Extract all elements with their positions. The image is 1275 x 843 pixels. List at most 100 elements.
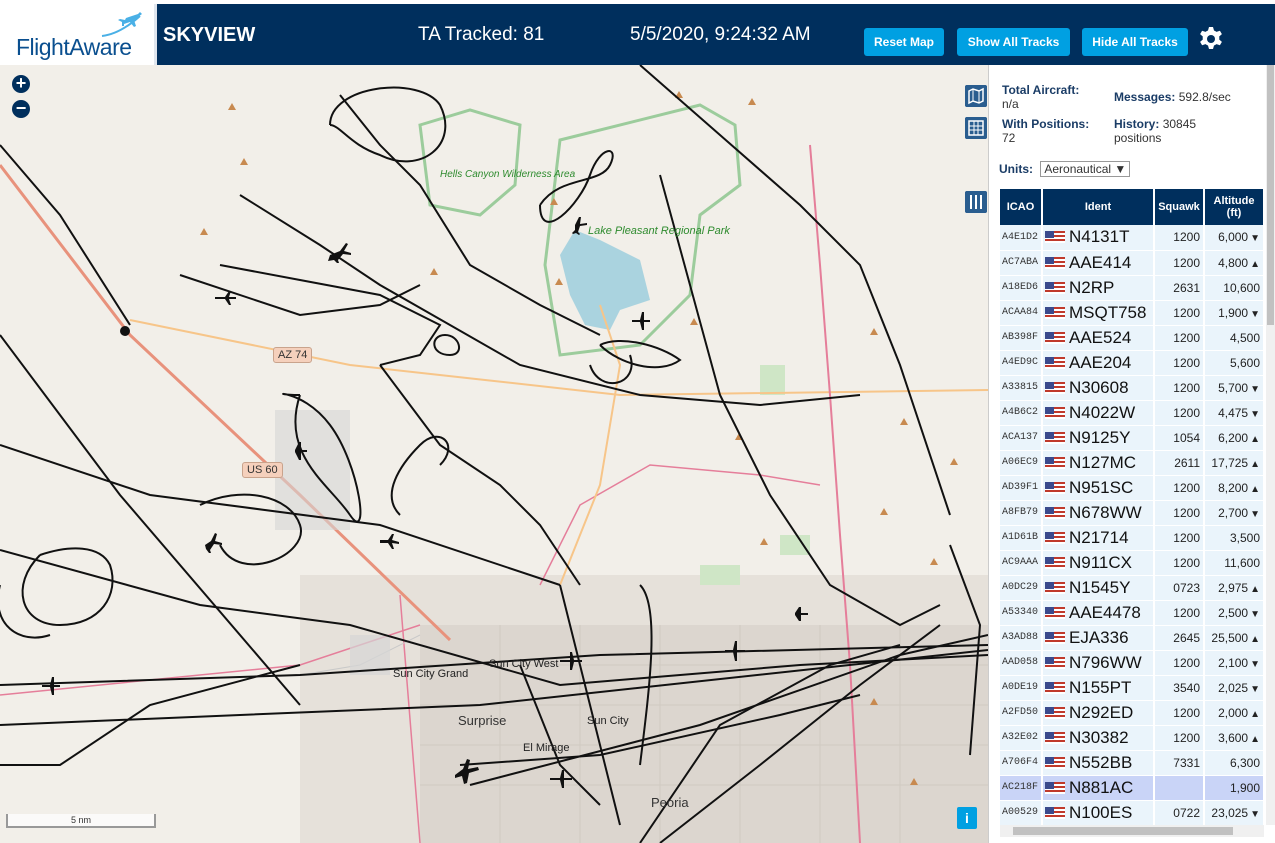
cell-ident: N127MC	[1042, 450, 1155, 476]
ident-text: N2RP	[1069, 277, 1115, 297]
cell-ident: N678WW	[1042, 500, 1155, 526]
messages-stat: Messages: 592.8/sec	[1114, 90, 1231, 104]
units-select-value: Aeronautical	[1044, 162, 1112, 176]
cell-ident: MSQT758	[1042, 300, 1155, 326]
cell-squawk: 1200	[1154, 500, 1205, 526]
flightaware-logo[interactable]: FlightAware	[0, 4, 157, 65]
table-row[interactable]: A1D61B N21714 1200 3,500	[1000, 525, 1264, 551]
climb-arrow-icon: ▲	[1250, 258, 1260, 270]
table-row[interactable]: A33815 N30608 1200 5,700 ▼	[1000, 375, 1264, 401]
scale-bar: 5 nm	[6, 814, 156, 828]
cell-ident: N552BB	[1042, 750, 1155, 776]
cell-squawk: 1200	[1154, 300, 1205, 326]
map-canvas[interactable]: Hells Canyon Wilderness Area Lake Pleasa…	[0, 65, 988, 843]
climb-arrow-icon: ▲	[1250, 733, 1260, 745]
altitude-text: 10,600	[1223, 280, 1260, 295]
columns-icon[interactable]	[965, 191, 987, 213]
descend-arrow-icon: ▼	[1250, 683, 1260, 695]
table-row[interactable]: AC9AAA N911CX 1200 11,600	[1000, 550, 1264, 576]
descend-arrow-icon: ▼	[1250, 233, 1260, 245]
table-row[interactable]: A18ED6 N2RP 2631 10,600	[1000, 275, 1264, 301]
column-header-icao[interactable]: ICAO	[1000, 189, 1043, 225]
history-label: History:	[1114, 117, 1160, 131]
table-row[interactable]: AB398F AAE524 1200 4,500	[1000, 325, 1264, 351]
table-row[interactable]: ACA137 N9125Y 1054 6,200 ▲	[1000, 425, 1264, 451]
zoom-in-button[interactable]: +	[12, 74, 30, 93]
table-row[interactable]: A0DE19 N155PT 3540 2,025 ▼	[1000, 675, 1264, 701]
units-select[interactable]: Aeronautical ▼	[1040, 161, 1131, 177]
grid-icon[interactable]	[965, 117, 987, 139]
altitude-text: 3,600	[1218, 730, 1249, 745]
table-row[interactable]: AC218F N881AC 1,900	[1000, 775, 1264, 801]
us-flag-icon	[1045, 506, 1065, 519]
cell-squawk: 2611	[1154, 450, 1205, 476]
cell-altitude: 3,600 ▲	[1204, 725, 1264, 751]
table-row[interactable]: A32E02 N30382 1200 3,600 ▲	[1000, 725, 1264, 751]
us-flag-icon	[1045, 606, 1065, 619]
table-row[interactable]: A06EC9 N127MC 2611 17,725 ▲	[1000, 450, 1264, 476]
map-layers-icon[interactable]	[965, 85, 987, 107]
column-header-squawk[interactable]: Squawk	[1154, 189, 1205, 225]
with-positions-label: With Positions:	[1002, 117, 1090, 131]
cell-altitude: 8,200 ▲	[1204, 475, 1264, 501]
table-scrollbar-thumb[interactable]	[1267, 65, 1274, 325]
table-row[interactable]: A53340 AAE4478 1200 2,500 ▼	[1000, 600, 1264, 626]
ident-text: N9125Y	[1069, 427, 1131, 447]
cell-squawk: 1200	[1154, 325, 1205, 351]
table-row[interactable]: AC7ABA AAE414 1200 4,800 ▲	[1000, 250, 1264, 276]
history-stat: History: 30845 positions	[1114, 117, 1234, 145]
table-row[interactable]: ACAA84 MSQT758 1200 1,900 ▼	[1000, 300, 1264, 326]
gear-icon[interactable]	[1198, 26, 1224, 52]
table-row[interactable]: A0DC29 N1545Y 0723 2,975 ▲	[1000, 575, 1264, 601]
ident-text: N951SC	[1069, 477, 1134, 497]
label-sun-city-west: Sun City West	[489, 658, 559, 670]
cell-squawk: 1200	[1154, 525, 1205, 551]
column-header-ident[interactable]: Ident	[1042, 189, 1155, 225]
table-row[interactable]: A706F4 N552BB 7331 6,300	[1000, 750, 1264, 776]
aircraft-table-wrap[interactable]: ICAO Ident Squawk Altitude (ft) A4E1D2 N4…	[1000, 189, 1264, 825]
table-row[interactable]: AAD058 N796WW 1200 2,100 ▼	[1000, 650, 1264, 676]
show-all-tracks-button[interactable]: Show All Tracks	[957, 28, 1070, 56]
cell-icao: ACA137	[1000, 425, 1043, 451]
altitude-text: 4,500	[1229, 330, 1260, 345]
altitude-text: 17,725	[1211, 455, 1249, 470]
ident-text: N30608	[1069, 377, 1129, 397]
ident-text: EJA336	[1069, 627, 1129, 647]
us-flag-icon	[1045, 456, 1065, 469]
column-header-altitude[interactable]: Altitude (ft)	[1204, 189, 1264, 225]
chevron-down-icon: ▼	[1114, 162, 1127, 176]
table-row[interactable]: A2FD50 N292ED 1200 2,000 ▲	[1000, 700, 1264, 726]
zoom-out-button[interactable]: −	[12, 99, 30, 118]
info-button[interactable]: i	[957, 807, 977, 829]
ident-text: N796WW	[1069, 652, 1142, 672]
skyview-app: FlightAware SKYVIEW TA Tracked: 81 5/5/2…	[0, 0, 1275, 843]
cell-squawk: 3540	[1154, 675, 1205, 701]
cell-icao: A2FD50	[1000, 700, 1043, 726]
table-row[interactable]: A4E1D2 N4131T 1200 6,000 ▼	[1000, 225, 1264, 251]
ident-text: AAE204	[1069, 352, 1132, 372]
table-row[interactable]: AD39F1 N951SC 1200 8,200 ▲	[1000, 475, 1264, 501]
cell-icao: AC7ABA	[1000, 250, 1043, 276]
table-row[interactable]: A8FB79 N678WW 1200 2,700 ▼	[1000, 500, 1264, 526]
altitude-text: 5,600	[1229, 355, 1260, 370]
reset-map-button[interactable]: Reset Map	[864, 28, 944, 56]
cell-squawk: 2645	[1154, 625, 1205, 651]
us-flag-icon	[1045, 431, 1065, 444]
table-row[interactable]: A00529 N100ES 0722 23,025 ▼	[1000, 800, 1264, 825]
hide-all-tracks-button[interactable]: Hide All Tracks	[1082, 28, 1188, 56]
cell-squawk: 1200	[1154, 375, 1205, 401]
cell-ident: N21714	[1042, 525, 1155, 551]
descend-arrow-icon: ▼	[1250, 383, 1260, 395]
ident-text: AAE524	[1069, 327, 1132, 347]
cell-altitude: 4,500	[1204, 325, 1264, 351]
ident-text: N1545Y	[1069, 577, 1131, 597]
cell-altitude: 2,975 ▲	[1204, 575, 1264, 601]
cell-altitude: 3,500	[1204, 525, 1264, 551]
table-scrollbar-h-thumb[interactable]	[1013, 827, 1233, 835]
cell-squawk: 1200	[1154, 250, 1205, 276]
ident-text: N292ED	[1069, 702, 1134, 722]
table-row[interactable]: A3AD88 EJA336 2645 25,500 ▲	[1000, 625, 1264, 651]
table-row[interactable]: A4ED9C AAE204 1200 5,600	[1000, 350, 1264, 376]
altitude-text: 2,700	[1218, 505, 1249, 520]
table-row[interactable]: A4B6C2 N4022W 1200 4,475 ▼	[1000, 400, 1264, 426]
